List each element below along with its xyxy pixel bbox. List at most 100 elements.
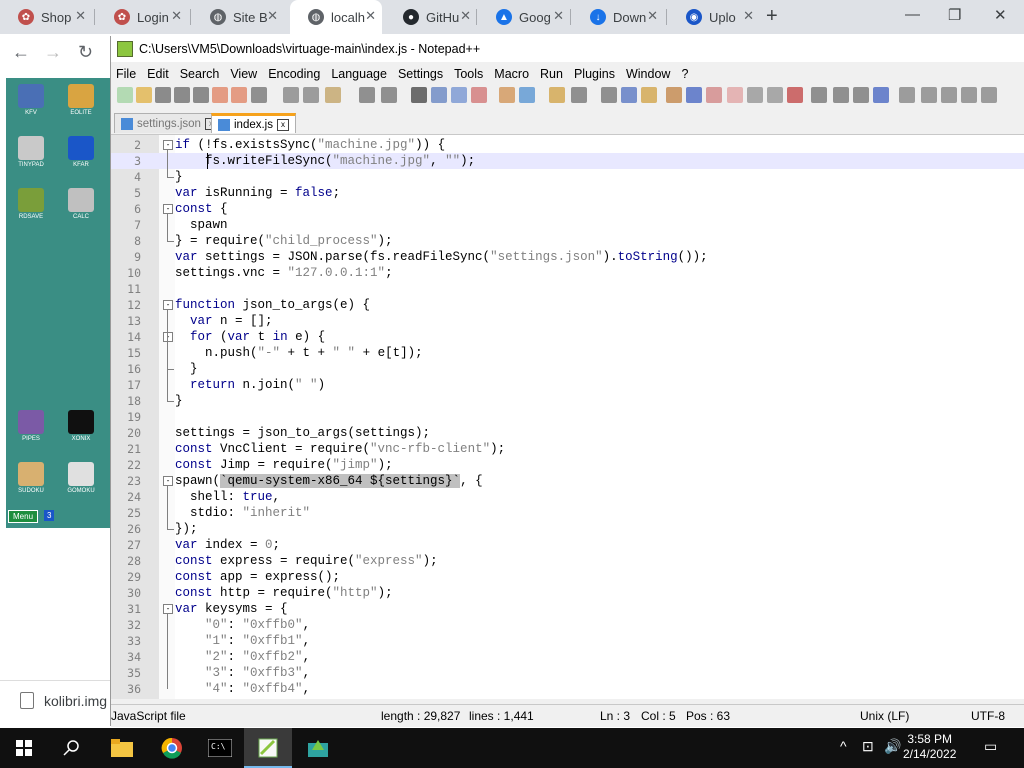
find-icon[interactable] [411,87,427,103]
volume-icon[interactable]: 🔊 [884,738,901,755]
desktop-icon[interactable]: PIPES [11,410,51,442]
browser-tab[interactable]: ● GitHu ✕ [385,0,477,34]
run-macro-icon[interactable] [767,87,783,103]
tab-close-icon[interactable]: ✕ [267,8,278,24]
menu-item[interactable]: Window [626,67,670,81]
tab-close-icon[interactable]: ✕ [743,8,754,24]
indent-guide-icon[interactable] [601,87,617,103]
code-line[interactable]: 36 "4": "0xffb4", [111,681,1024,697]
save-icon[interactable] [155,87,171,103]
file-explorer-button[interactable] [98,728,146,768]
code-line[interactable]: 27 var index = 0; [111,537,1024,553]
code-text[interactable]: const Jimp = require("jimp"); [175,457,393,473]
code-text[interactable]: var n = []; [175,313,273,329]
tab-close-icon[interactable]: ✕ [460,8,471,24]
cut-icon[interactable] [283,87,299,103]
desktop-icon[interactable]: EOLITE [61,84,101,116]
notepadpp-taskbar-button[interactable] [244,728,292,768]
code-line[interactable]: 25 stdio: "inherit" [111,505,1024,521]
toolbar-icon[interactable] [853,87,869,103]
toolbar-icon[interactable] [833,87,849,103]
code-text[interactable]: "4": "0xffb4", [175,681,310,697]
start-button[interactable] [0,728,48,768]
code-text[interactable]: const { [175,201,228,217]
fold-toggle-icon[interactable]: - [163,476,173,486]
code-text[interactable]: settings.vnc = "127.0.0.1:1"; [175,265,393,281]
code-line[interactable]: 31 - var keysyms = { [111,601,1024,617]
code-line[interactable]: 19 [111,409,1024,425]
code-text[interactable]: var settings = JSON.parse(fs.readFileSyn… [175,249,708,265]
tab-close-icon[interactable]: ✕ [365,8,376,24]
tab-close-icon[interactable]: ✕ [553,8,564,24]
menu-item[interactable]: Tools [454,67,483,81]
code-line[interactable]: 32 "0": "0xffb0", [111,617,1024,633]
zoom-out-icon[interactable] [471,87,487,103]
code-text[interactable]: } [175,169,183,185]
code-line[interactable]: 22 const Jimp = require("jimp"); [111,457,1024,473]
document-tab[interactable]: settings.jsonx [114,113,224,133]
toolbar-icon[interactable] [941,87,957,103]
replace-icon[interactable] [431,87,447,103]
doc-map-icon[interactable] [621,87,637,103]
fold-toggle-icon[interactable]: - [163,140,173,150]
menu-button[interactable]: Menu [8,510,39,523]
new-file-icon[interactable] [117,87,133,103]
code-text[interactable]: spawn(`qemu-system-x86_64 ${settings}`, … [175,473,483,489]
chrome-button[interactable] [148,728,196,768]
zoom-in-icon[interactable] [451,87,467,103]
save-macro-icon[interactable] [787,87,803,103]
code-text[interactable]: } [175,393,183,409]
code-line[interactable]: 13 var n = []; [111,313,1024,329]
vnc-desktop[interactable]: KFV EOLITE TINYPAD KFAR RDSAVE CALC PIPES XONIX… [6,78,110,528]
menu-item[interactable]: Edit [147,67,169,81]
folder-workspace-icon[interactable] [666,87,682,103]
menu-item[interactable]: Plugins [574,67,615,81]
code-line[interactable]: 34 "2": "0xffb2", [111,649,1024,665]
code-text[interactable]: shell: true, [175,489,280,505]
download-bar[interactable]: kolibri.img [0,680,110,720]
undo-icon[interactable] [359,87,375,103]
save-all-icon[interactable] [174,87,190,103]
forward-icon[interactable]: → [44,42,62,63]
code-text[interactable]: settings = json_to_args(settings); [175,425,430,441]
code-line[interactable]: 33 "1": "0xffb1", [111,633,1024,649]
sync-horizontal-icon[interactable] [519,87,535,103]
menu-item[interactable]: File [116,67,136,81]
code-text[interactable]: stdio: "inherit" [175,505,310,521]
fold-toggle-icon[interactable]: - [163,332,173,342]
code-text[interactable]: return n.join(" ") [175,377,325,393]
monitoring-icon[interactable] [686,87,702,103]
desktop-icon[interactable]: KFAR [61,136,101,168]
desktop-icon[interactable]: GOMOKU [61,462,101,494]
code-line[interactable]: 6 - const { [111,201,1024,217]
paste-icon[interactable] [325,87,341,103]
menu-item[interactable]: ? [681,67,688,81]
print-icon[interactable] [231,87,247,103]
open-file-icon[interactable] [136,87,152,103]
copy-icon[interactable] [303,87,319,103]
desktop-icon[interactable]: SUDOKU [11,462,51,494]
desktop-icon[interactable]: XONIX [61,410,101,442]
menu-item[interactable]: Encoding [268,67,320,81]
code-text[interactable]: "3": "0xffb3", [175,665,310,681]
word-wrap-icon[interactable] [549,87,565,103]
code-text[interactable]: } [175,361,198,377]
desktop-icon[interactable]: KFV [11,84,51,116]
network-icon[interactable]: ⊡ [862,738,874,755]
stop-macro-icon[interactable] [727,87,743,103]
code-line[interactable]: 30 const http = require("http"); [111,585,1024,601]
document-tab[interactable]: index.js x [211,113,296,133]
code-line[interactable]: 17 return n.join(" ") [111,377,1024,393]
close-icon[interactable]: x [277,118,289,131]
code-text[interactable]: const VncClient = require("vnc-rfb-clien… [175,441,505,457]
code-line[interactable]: 8} = require("child_process"); [111,233,1024,249]
code-text[interactable]: fs.writeFileSync("machine.jpg", ""); [175,153,475,169]
browser-tab[interactable]: ✿ Shop ✕ [0,0,92,34]
new-tab-button[interactable]: + [766,5,778,28]
browser-tab[interactable]: ◍ Site B ✕ [192,0,284,34]
tab-close-icon[interactable]: ✕ [75,8,86,24]
toolbar-icon[interactable] [961,87,977,103]
restore-button[interactable]: ❐ [948,6,961,24]
tab-close-icon[interactable]: ✕ [647,8,658,24]
code-text[interactable]: }); [175,521,198,537]
